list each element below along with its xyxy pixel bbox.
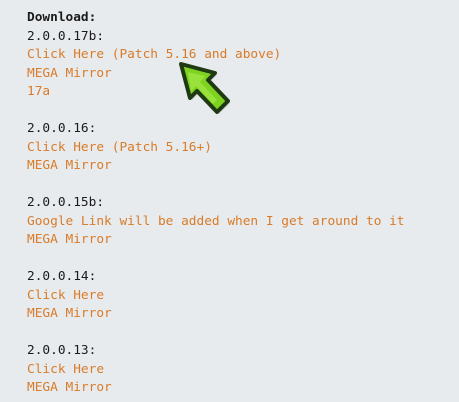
version-17a-link[interactable]: 17a — [27, 83, 447, 102]
download-section: Download: 2.0.0.17b: Click Here (Patch 5… — [27, 9, 447, 398]
release-block-2-0-0-15b: 2.0.0.15b: Google Link will be added whe… — [27, 194, 447, 250]
mega-mirror-link[interactable]: MEGA Mirror — [27, 65, 447, 84]
release-block-2-0-0-13: 2.0.0.13: Click Here MEGA Mirror — [27, 342, 447, 398]
download-link[interactable]: Click Here — [27, 287, 447, 306]
release-version: 2.0.0.13: — [27, 343, 97, 358]
release-block-2-0-0-17b: 2.0.0.17b: Click Here (Patch 5.16 and ab… — [27, 28, 447, 102]
release-block-2-0-0-16: 2.0.0.16: Click Here (Patch 5.16+) MEGA … — [27, 120, 447, 176]
release-block-2-0-0-14: 2.0.0.14: Click Here MEGA Mirror — [27, 268, 447, 324]
download-link[interactable]: Click Here — [27, 361, 447, 380]
mega-mirror-link[interactable]: MEGA Mirror — [27, 231, 447, 250]
google-link-note[interactable]: Google Link will be added when I get aro… — [27, 213, 447, 232]
mega-mirror-link[interactable]: MEGA Mirror — [27, 379, 447, 398]
release-version: 2.0.0.14: — [27, 269, 97, 284]
download-link-patch-5-16-and-above[interactable]: Click Here (Patch 5.16 and above) — [27, 46, 447, 65]
release-version: 2.0.0.15b: — [27, 195, 105, 210]
release-version: 2.0.0.16: — [27, 121, 97, 136]
download-heading: Download: — [27, 10, 97, 25]
mega-mirror-link[interactable]: MEGA Mirror — [27, 157, 447, 176]
mega-mirror-link[interactable]: MEGA Mirror — [27, 305, 447, 324]
download-link-patch-5-16-plus[interactable]: Click Here (Patch 5.16+) — [27, 139, 447, 158]
release-version: 2.0.0.17b: — [27, 28, 105, 44]
